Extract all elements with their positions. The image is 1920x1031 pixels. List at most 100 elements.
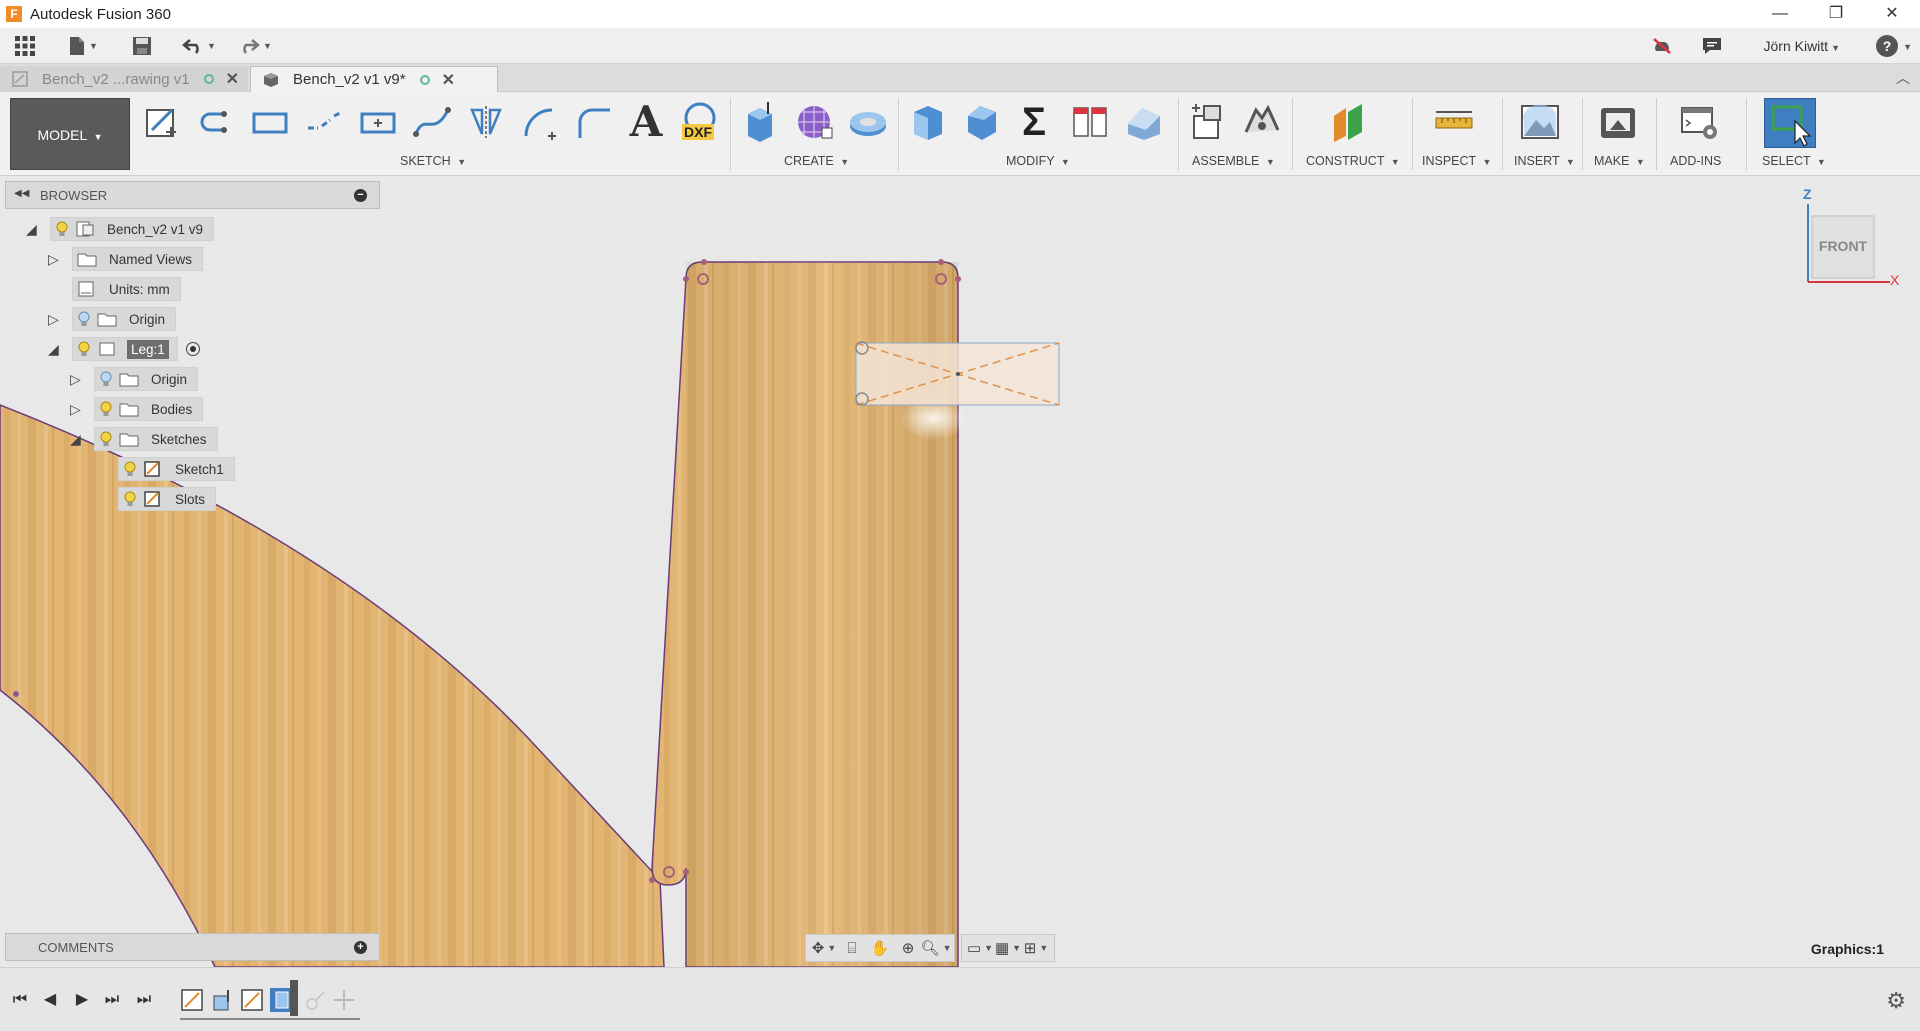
slot-sketch-profile[interactable]: [855, 341, 1060, 406]
sketch-menu[interactable]: SKETCH ▼: [400, 154, 466, 168]
expand-toggle-icon[interactable]: ◢: [26, 222, 40, 236]
select-menu[interactable]: SELECT ▼: [1762, 154, 1826, 168]
redo-icon[interactable]: ▼: [238, 34, 272, 58]
timeline-move-icon[interactable]: [332, 988, 356, 1012]
timeline-suppressed-feature-icon[interactable]: [304, 988, 328, 1012]
step-back-icon[interactable]: ◀: [40, 990, 60, 1010]
timeline-marker[interactable]: [290, 980, 298, 1016]
zoom-icon[interactable]: ⊕: [894, 937, 922, 959]
visibility-bulb-icon[interactable]: [99, 371, 113, 387]
timeline-sketch-icon[interactable]: [240, 988, 264, 1012]
split-body-icon[interactable]: [1070, 102, 1110, 142]
data-panel-icon[interactable]: [14, 34, 36, 58]
go-to-start-icon[interactable]: ⏮: [10, 990, 30, 1010]
mirror-icon[interactable]: [466, 102, 506, 142]
parameters-icon[interactable]: Σ: [1014, 102, 1054, 142]
select-tool[interactable]: [1764, 98, 1816, 148]
shell-icon[interactable]: [962, 102, 1002, 142]
timeline-extrude-icon[interactable]: [210, 988, 234, 1012]
viewcube-front-label[interactable]: FRONT: [1818, 238, 1868, 254]
chamfer-icon[interactable]: [1124, 102, 1164, 142]
expand-toggle-icon[interactable]: ◢: [48, 342, 62, 356]
add-comment-icon[interactable]: +: [354, 941, 367, 954]
rectangle-center-icon[interactable]: [358, 102, 398, 142]
activate-component-icon[interactable]: [185, 342, 200, 356]
assemble-menu[interactable]: ASSEMBLE ▼: [1192, 154, 1275, 168]
construct-menu[interactable]: CONSTRUCT ▼: [1306, 154, 1400, 168]
file-menu-icon[interactable]: ▼: [68, 34, 98, 58]
3d-viewport[interactable]: [0, 176, 1920, 967]
help-caret-icon[interactable]: ▼: [1903, 42, 1912, 52]
expand-toggle-icon[interactable]: ▷: [70, 402, 84, 416]
extrude-icon[interactable]: [740, 102, 780, 142]
offline-icon[interactable]: [1652, 34, 1672, 58]
scripts-icon[interactable]: [1680, 102, 1720, 142]
new-component-icon[interactable]: [1188, 102, 1228, 142]
insert-image-icon[interactable]: [1520, 102, 1560, 142]
visibility-bulb-icon[interactable]: [123, 461, 137, 477]
viewcube[interactable]: Z X FRONT: [1800, 186, 1900, 290]
offset-plane-icon[interactable]: [1328, 102, 1368, 142]
revolve-icon[interactable]: [848, 102, 888, 142]
undo-icon[interactable]: ▼: [182, 34, 216, 58]
pan-icon[interactable]: ✋: [866, 937, 894, 959]
press-pull-icon[interactable]: [908, 102, 948, 142]
tree-item-sketch1[interactable]: Sketch1: [118, 457, 235, 481]
close-tab-icon[interactable]: ✕: [442, 70, 455, 90]
browser-panel-header[interactable]: ◀◀ BROWSER −: [5, 181, 380, 209]
timeline-sketch-icon[interactable]: [180, 988, 204, 1012]
tree-item-root[interactable]: ◢ Bench_v2 v1 v9: [26, 217, 215, 241]
inspect-menu[interactable]: INSPECT ▼: [1422, 154, 1491, 168]
minimize-browser-icon[interactable]: −: [354, 189, 367, 202]
insert-menu[interactable]: INSERT ▼: [1514, 154, 1575, 168]
close-tab-icon[interactable]: ✕: [226, 69, 239, 89]
modify-menu[interactable]: MODIFY ▼: [1006, 154, 1070, 168]
minimize-button[interactable]: —: [1752, 0, 1808, 28]
tab-bench-drawing[interactable]: Bench_v2 ...rawing v1 ✕: [0, 66, 248, 92]
collapse-browser-icon[interactable]: ◀◀: [14, 188, 29, 199]
display-settings-icon[interactable]: ▭ ▼: [966, 937, 994, 959]
orbit-icon[interactable]: ✥ ▼: [810, 937, 838, 959]
tree-item-leg[interactable]: ◢ Leg:1: [48, 337, 200, 361]
grid-settings-icon[interactable]: ▦ ▼: [994, 937, 1022, 959]
go-to-end-icon[interactable]: ⏭: [134, 990, 154, 1010]
visibility-bulb-icon[interactable]: [77, 311, 91, 327]
expand-toggle-icon[interactable]: ▷: [70, 372, 84, 386]
rectangle-icon[interactable]: [250, 102, 290, 142]
tree-item-bodies[interactable]: ▷ Bodies: [70, 397, 204, 421]
workspace-switcher[interactable]: MODEL ▼: [10, 98, 130, 170]
save-icon[interactable]: [132, 34, 152, 58]
measure-icon[interactable]: [1434, 102, 1474, 142]
comments-panel-header[interactable]: COMMENTS +: [5, 933, 380, 961]
dxf-icon[interactable]: DXF: [680, 102, 720, 142]
form-icon[interactable]: [794, 102, 834, 142]
fillet-icon[interactable]: [574, 102, 614, 142]
restore-button[interactable]: ❐: [1808, 0, 1864, 28]
step-forward-icon[interactable]: ⏭: [102, 990, 122, 1010]
tree-item-leg-origin[interactable]: ▷ Origin: [70, 367, 199, 391]
viewports-icon[interactable]: ⊞ ▼: [1022, 937, 1050, 959]
expand-toggle-icon[interactable]: ▷: [48, 252, 62, 266]
look-at-icon[interactable]: ⌸: [838, 937, 866, 959]
tree-item-sketches[interactable]: ◢ Sketches: [70, 427, 218, 451]
visibility-bulb-icon[interactable]: [55, 221, 69, 237]
project-icon[interactable]: [196, 102, 236, 142]
tree-item-origin[interactable]: ▷ Origin: [48, 307, 177, 331]
notifications-icon[interactable]: [1702, 34, 1722, 58]
tab-bench-model[interactable]: Bench_v2 v1 v9* ✕: [250, 66, 498, 92]
visibility-bulb-icon[interactable]: [123, 491, 137, 507]
curved-leg-body[interactable]: [0, 404, 665, 967]
visibility-bulb-icon[interactable]: [99, 431, 113, 447]
fit-icon[interactable]: 🔍︎ ▼: [921, 937, 952, 959]
play-icon[interactable]: ▶: [72, 990, 92, 1010]
addins-menu[interactable]: ADD-INS: [1670, 154, 1721, 168]
close-button[interactable]: ✕: [1864, 0, 1920, 28]
line-icon[interactable]: [304, 102, 344, 142]
visibility-bulb-icon[interactable]: [99, 401, 113, 417]
create-menu[interactable]: CREATE ▼: [784, 154, 849, 168]
timeline-settings-icon[interactable]: ⚙: [1886, 988, 1906, 1014]
tree-item-slots[interactable]: Slots: [118, 487, 217, 511]
expand-toggle-icon[interactable]: ◢: [70, 432, 84, 446]
spline-icon[interactable]: [412, 102, 452, 142]
tree-item-named-views[interactable]: ▷ Named Views: [48, 247, 204, 271]
